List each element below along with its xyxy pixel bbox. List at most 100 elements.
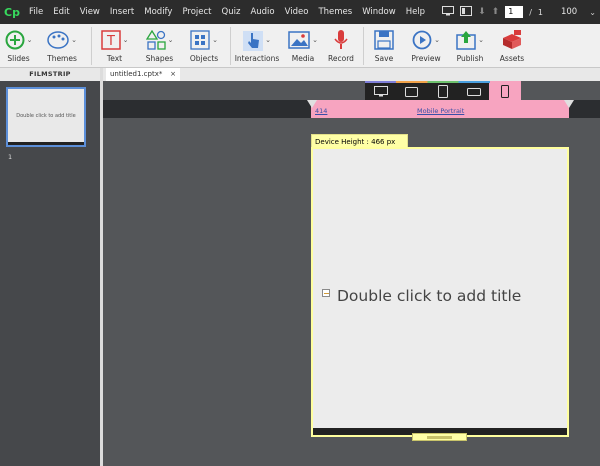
- chevron-down-icon: ⌄: [71, 36, 77, 44]
- screen-icon[interactable]: [442, 5, 455, 19]
- svg-text:T: T: [106, 34, 115, 49]
- close-icon[interactable]: ×: [170, 68, 176, 81]
- device-name-link[interactable]: Mobile Portrait: [417, 107, 464, 115]
- stage-area: 414 Mobile Portrait Device Height : 466 …: [103, 81, 600, 466]
- right-breakpoint-handle-icon[interactable]: [564, 100, 574, 108]
- publish-button[interactable]: ⌄ Publish: [448, 24, 492, 68]
- menu-project[interactable]: Project: [177, 7, 216, 17]
- objects-label: Objects: [189, 54, 219, 63]
- device-tablet-portrait-button[interactable]: [427, 83, 458, 100]
- menu-video[interactable]: Video: [280, 7, 314, 17]
- slide-thumbnail[interactable]: Double click to add title: [6, 87, 86, 147]
- tablet-landscape-icon: [405, 86, 418, 97]
- palette-icon: [47, 31, 69, 49]
- menu-right-controls: ⬇ ⬆ 1 / 1: [442, 5, 543, 19]
- save-disk-icon: [374, 30, 394, 50]
- mobile-portrait-icon: [501, 85, 509, 98]
- preview-button[interactable]: ⌄ Preview: [404, 24, 448, 68]
- record-button[interactable]: Record: [323, 24, 359, 68]
- hand-pointer-icon: [243, 31, 264, 51]
- page-separator: /: [529, 7, 532, 17]
- device-mobile-portrait-button[interactable]: [489, 83, 521, 100]
- device-mobile-landscape-button[interactable]: [458, 83, 489, 100]
- themes-label: Themes: [47, 54, 77, 63]
- device-height-label: Device Height : 466 px: [311, 134, 408, 148]
- image-icon: [288, 31, 310, 49]
- current-page-input[interactable]: 1: [505, 6, 524, 18]
- tab-untitled1[interactable]: untitled1.cptx* ×: [106, 68, 180, 81]
- shapes-label: Shapes: [145, 54, 174, 63]
- filmstrip-header: FILMSTRIP: [0, 68, 100, 81]
- chevron-down-icon: ⌄: [167, 36, 174, 44]
- menu-insert[interactable]: Insert: [105, 7, 139, 17]
- slide-title-placeholder[interactable]: Double click to add title: [337, 287, 521, 305]
- menu-bar: Cp File Edit View Insert Modify Project …: [0, 0, 600, 24]
- shapes-button[interactable]: ⌄ Shapes: [137, 24, 182, 68]
- microphone-icon: [334, 30, 348, 49]
- preview-label: Preview: [411, 54, 441, 63]
- text-button[interactable]: T ⌄ Text: [92, 24, 137, 68]
- zoom-level[interactable]: 100: [561, 7, 577, 17]
- tablet-portrait-icon: [437, 85, 448, 98]
- chevron-down-icon: ⌄: [212, 36, 218, 44]
- thumbnail-bottom-bar: [8, 142, 84, 145]
- mobile-landscape-icon: [466, 87, 481, 96]
- text-label: Text: [106, 54, 123, 63]
- publish-label: Publish: [456, 54, 484, 63]
- interactions-button[interactable]: ⌄ Interactions: [231, 24, 283, 68]
- desktop-icon: [373, 86, 388, 97]
- device-height-resize-handle[interactable]: [412, 433, 467, 441]
- menu-window[interactable]: Window: [357, 7, 401, 17]
- chevron-down-icon: ⌄: [312, 36, 318, 44]
- slide-number: 1: [8, 153, 13, 161]
- device-desktop-button[interactable]: [365, 83, 396, 100]
- chevron-down-icon: ⌄: [478, 36, 484, 44]
- add-slide-icon: [5, 30, 25, 50]
- publish-upload-icon: [456, 31, 476, 50]
- menu-file[interactable]: File: [24, 7, 48, 17]
- menu-help[interactable]: Help: [401, 7, 430, 17]
- tab-label: untitled1.cptx*: [110, 70, 163, 78]
- play-circle-icon: [412, 30, 432, 50]
- menu-view[interactable]: View: [75, 7, 105, 17]
- text-icon: T: [100, 30, 121, 50]
- menu-edit[interactable]: Edit: [48, 7, 74, 17]
- themes-button[interactable]: ⌄ Themes: [37, 24, 87, 68]
- chevron-down-icon: ⌄: [122, 36, 129, 44]
- device-preview-bar: [365, 81, 521, 100]
- arrow-down-icon[interactable]: ⬇: [478, 7, 486, 17]
- layout-icon[interactable]: [460, 5, 473, 19]
- captivate-logo: Cp: [4, 5, 20, 19]
- menu-audio[interactable]: Audio: [245, 7, 279, 17]
- media-button[interactable]: ⌄ Media: [283, 24, 323, 68]
- chevron-down-icon: ⌄: [265, 36, 271, 44]
- chevron-down-icon: ⌄: [434, 36, 440, 44]
- total-pages: 1: [537, 7, 543, 17]
- menu-themes[interactable]: Themes: [313, 7, 357, 17]
- slides-button[interactable]: ⌄ Slides: [0, 24, 37, 68]
- slide-canvas[interactable]: Double click to add title: [311, 147, 569, 437]
- zoom-chevron-down-icon[interactable]: ⌄: [589, 8, 596, 17]
- menu-quiz[interactable]: Quiz: [217, 7, 246, 17]
- mobile-portrait-breakpoint-band: 414 Mobile Portrait: [311, 100, 569, 118]
- objects-icon: [190, 30, 210, 50]
- arrow-up-icon[interactable]: ⬆: [492, 7, 500, 17]
- filmstrip-panel: Double click to add title 1: [0, 81, 100, 466]
- main-toolbar: ⌄ Slides ⌄ Themes T ⌄ Text ⌄ Shapes ⌄ Ob…: [0, 24, 600, 68]
- menu-modify[interactable]: Modify: [139, 7, 177, 17]
- interactions-label: Interactions: [234, 54, 280, 63]
- document-tab-bar: untitled1.cptx* ×: [103, 68, 600, 81]
- assets-label: Assets: [499, 54, 525, 63]
- media-label: Media: [291, 54, 315, 63]
- chevron-down-icon: ⌄: [26, 36, 33, 44]
- breakpoint-width-link[interactable]: 414: [315, 107, 327, 115]
- thumbnail-title: Double click to add title: [16, 113, 76, 119]
- objects-button[interactable]: ⌄ Objects: [182, 24, 226, 68]
- left-breakpoint-handle-icon[interactable]: [307, 100, 317, 108]
- save-button[interactable]: Save: [364, 24, 404, 68]
- slides-label: Slides: [7, 54, 30, 63]
- assets-box-icon: [503, 30, 521, 49]
- device-tablet-landscape-button[interactable]: [396, 83, 427, 100]
- assets-button[interactable]: Assets: [492, 24, 532, 68]
- save-label: Save: [374, 54, 394, 63]
